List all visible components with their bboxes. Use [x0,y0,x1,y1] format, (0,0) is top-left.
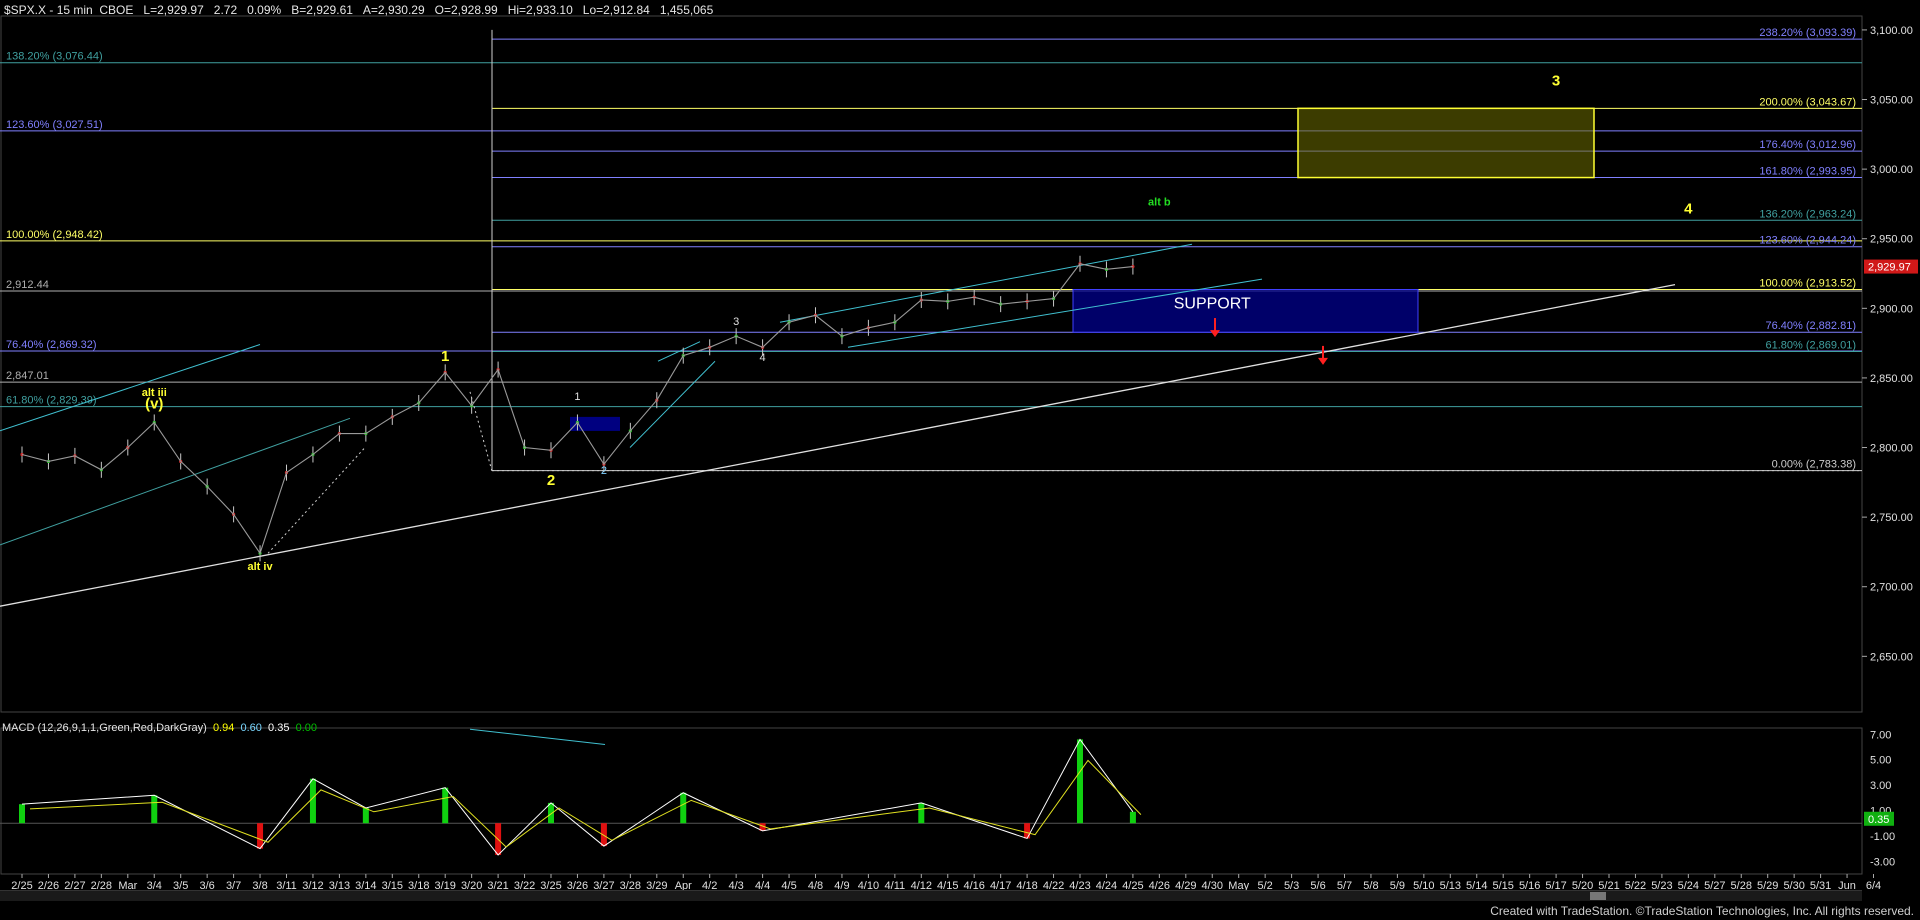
y-tick-label: 3,050.00 [1870,95,1913,107]
ask: A=2,930.29 [362,3,425,17]
y-tick-label: 2,750.00 [1870,512,1913,524]
macd-histogram-bar [442,787,449,824]
fib-label: 0.00% (2,783.38) [1772,459,1856,471]
channel-line [0,417,351,546]
fib-label: 176.40% (3,012.96) [1759,139,1856,151]
y-tick-label: 3,000.00 [1870,164,1913,176]
macd-tick-label: 5.00 [1870,755,1891,767]
symbol: $SPX.X - 15 min CBOE [4,3,134,17]
macd-histogram-bar [548,802,554,824]
divergence-line [469,728,606,746]
macd-histogram-bar [918,802,925,824]
y-tick-label: 2,900.00 [1870,303,1913,315]
macd-histogram-bar [309,778,316,824]
down-arrow-head [1318,357,1328,365]
wave-label: 1 [441,348,449,365]
x-tick-label: 6/4 [1866,880,1881,892]
price-line [21,263,1133,555]
pct: 0.09% [247,3,282,17]
macd-histogram-bar [1129,811,1136,824]
wave-label: 2 [601,465,607,477]
wave-label: (v) [145,396,163,413]
wave-label: alt iv [248,561,274,573]
fib-label: 138.20% (3,076.44) [6,51,103,63]
change: 2.72 [213,3,238,17]
fib-label: 161.80% (2,993.95) [1759,166,1856,178]
symbol-header: $SPX.X - 15 min CBOE L=2,929.97 2.72 0.09% B… [4,3,723,17]
fib-label: 136.20% (2,963.24) [1759,208,1856,220]
horizontal-scrollbar[interactable] [0,890,1862,901]
bid: B=2,929.61 [291,3,353,17]
y-tick-label: 2,950.00 [1870,234,1913,246]
macd-histogram-bar [1024,823,1031,839]
fib-label: 2,847.01 [6,370,49,382]
wave-label: 4 [760,352,766,364]
last: L=2,929.97 [143,3,204,17]
footer-credit: Created with TradeStation. ©TradeStation… [1490,904,1914,918]
low: Lo=2,912.84 [582,3,650,17]
wave-label: 4 [1684,201,1693,218]
macd-v3: 0.35 [268,722,290,734]
macd-last-label: 0.35 [1868,814,1889,826]
macd-title: MACD (12,26,9,1,1,Green,Red,DarkGray) [2,722,207,734]
price-axis: 2,650.00 2,700.00 2,750.00 2,800.00 2,850.00… [1862,25,1918,663]
macd-label: MACD (12,26,9,1,1,Green,Red,DarkGray) 0.… [2,722,317,734]
fib-label: 76.40% (2,882.81) [1765,320,1856,332]
target-box [1297,107,1595,179]
macd-panel: 7.005.003.001.00-1.00-3.000.35 [0,728,1895,868]
fib-label: 123.60% (2,944.24) [1759,235,1856,247]
macd-histogram-bar [680,792,687,824]
macd-tick-label: 7.00 [1870,729,1891,741]
wave-label: 3 [1552,73,1560,90]
dotted-line [267,447,366,554]
macd-v2: 0.60 [240,722,262,734]
y-tick-label: 2,700.00 [1870,582,1913,594]
macd-histogram-bar [19,804,25,824]
price-series [20,255,1135,562]
channel-line [0,344,261,432]
fib-label: 100.00% (2,913.52) [1759,278,1856,290]
macd-tick-label: 3.00 [1870,780,1891,792]
volume: 1,455,065 [659,3,714,17]
macd-tick-label: -3.00 [1870,856,1895,868]
macd-histogram-bar [362,807,369,824]
macd-histogram-bar [257,823,264,849]
fib-label: 238.20% (3,093.39) [1759,27,1856,39]
macd-tick-label: -1.00 [1870,831,1895,843]
wave-label: 2 [547,472,555,489]
fib-label: 61.80% (2,829.39) [6,395,97,407]
down-arrow-head [1210,330,1220,338]
macd-v1: 0.94 [212,722,235,734]
fib-label: 76.40% (2,869.32) [6,339,97,351]
price-chart: 238.20% (3,093.39) 138.20% (3,076.44) 200.… [0,15,1918,892]
scroll-thumb[interactable] [1590,892,1606,900]
fib-label: 100.00% (2,948.42) [6,229,103,241]
macd-v4: 0.00 [295,722,317,734]
fib-label: 2,912.44 [6,279,49,291]
last-price-label: 2,929.97 [1868,262,1911,274]
drawn-shapes [0,107,1676,607]
macd-histogram-bar [1077,739,1083,824]
wave-label: SUPPORT [1174,295,1251,312]
y-tick-label: 3,100.00 [1870,25,1913,37]
wave-label: 3 [733,316,739,328]
open: O=2,928.99 [434,3,498,17]
wave-label: alt b [1148,196,1171,208]
macd-signal-line [29,759,1142,848]
wave-label: 1 [574,391,580,403]
macd-histogram-bar [151,795,158,824]
macd-panel-border [0,727,1863,875]
high: Hi=2,933.10 [507,3,573,17]
macd-line [21,738,1134,856]
y-tick-label: 2,650.00 [1870,651,1913,663]
y-tick-label: 2,850.00 [1870,373,1913,385]
y-tick-label: 2,800.00 [1870,443,1913,455]
fib-levels: 238.20% (3,093.39) 138.20% (3,076.44) 200.… [0,27,1862,472]
fib-label: 61.80% (2,869.01) [1765,339,1856,351]
fib-label: 200.00% (3,043.67) [1759,96,1856,108]
fib-label: 123.60% (3,027.51) [6,119,103,131]
